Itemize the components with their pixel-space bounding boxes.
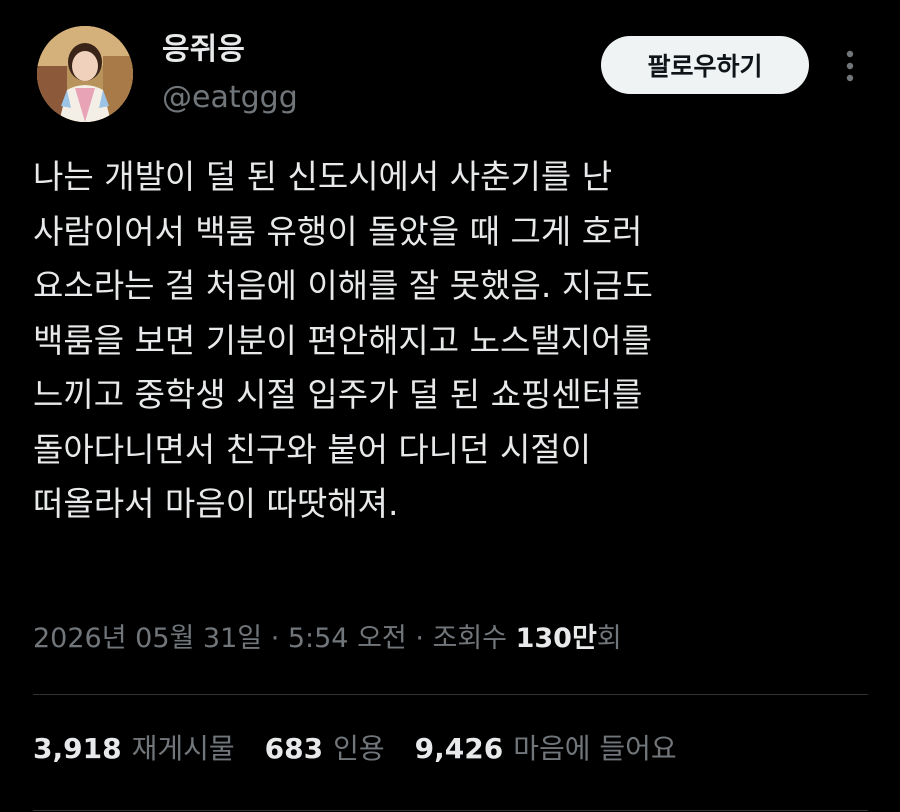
- like-label: 마음에 들어요: [513, 732, 677, 765]
- quote-stat[interactable]: 683 인용: [265, 727, 385, 771]
- avatar-image: [37, 26, 133, 122]
- like-count: 9,426: [414, 732, 504, 765]
- more-vertical-icon[interactable]: [838, 46, 862, 86]
- view-count: 130만: [515, 623, 597, 654]
- tweet-line: 백룸을 보면 기분이 편안해지고 노스탤지어를: [33, 320, 652, 360]
- display-name[interactable]: 응쥐응: [162, 30, 245, 70]
- view-count-suffix: 회: [596, 623, 622, 654]
- tweet-line: 느끼고 중학생 시절 입주가 덜 된 쇼핑센터를: [33, 375, 643, 414]
- tweet-meta: 2026년 05월 31일 · 5:54 오전 · 조회수 130만회: [33, 615, 622, 663]
- like-stat[interactable]: 9,426 마음에 들어요: [415, 727, 677, 771]
- retweet-count: 3,918: [33, 732, 122, 765]
- tweet-line: 나는 개발이 덜 된 신도시에서 사춘기를 난: [33, 157, 613, 196]
- quote-count: 683: [264, 732, 324, 765]
- follow-button[interactable]: 팔로우하기: [601, 36, 809, 94]
- engagement-stats: 3,918 재게시물 683 인용 9,426 마음에 들어요: [33, 727, 707, 771]
- retweet-label: 재게시물: [131, 732, 235, 765]
- quote-label: 인용: [333, 732, 385, 765]
- tweet-line: 사람이어서 백룸 유행이 돌았을 때 그게 호러: [33, 211, 643, 251]
- user-handle[interactable]: @eatggg: [162, 78, 298, 118]
- tweet-text: 나는 개발이 덜 된 신도시에서 사춘기를 난 사람이어서 백룸 유행이 돌았을…: [33, 150, 883, 532]
- retweet-stat[interactable]: 3,918 재게시물: [33, 727, 235, 771]
- tweet-line: 돌아다니면서 친구와 붙어 다니던 시절이: [33, 429, 592, 469]
- divider: [33, 694, 868, 695]
- timestamp[interactable]: 2026년 05월 31일 · 5:54 오전 · 조회수: [33, 623, 516, 654]
- tweet-line: 요소라는 걸 처음에 이해를 잘 못했음. 지금도: [33, 266, 653, 305]
- tweet-line: 떠올라서 마음이 따땃해져.: [33, 484, 399, 523]
- divider: [33, 810, 868, 811]
- avatar[interactable]: [37, 26, 133, 122]
